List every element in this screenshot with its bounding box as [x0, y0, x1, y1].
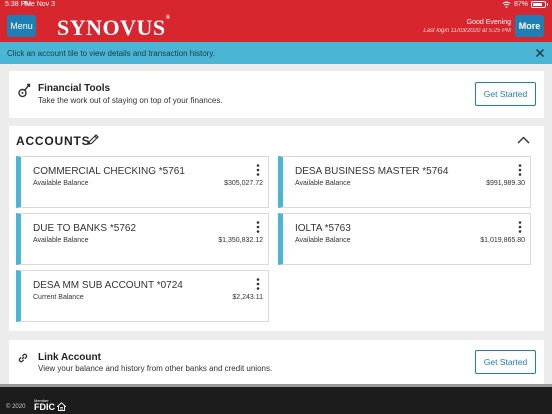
account-balance: $1,350,832.12 [218, 237, 263, 244]
account-tile[interactable]: DESA MM SUB ACCOUNT *0724 Current Balanc… [16, 270, 269, 322]
kebab-icon[interactable] [518, 221, 522, 233]
menu-button[interactable]: Menu [7, 15, 36, 37]
account-balance-label: Current Balance [33, 294, 84, 301]
financial-tools-subtitle: Take the work out of staying on top of y… [38, 96, 223, 105]
account-name: DESA MM SUB ACCOUNT *0724 [33, 280, 183, 291]
kebab-icon[interactable] [256, 278, 260, 290]
link-account-card: Link Account View your balance and histo… [9, 340, 544, 386]
account-balance: $1,019,865.80 [480, 237, 525, 244]
account-tile[interactable]: DESA BUSINESS MASTER *5764 Available Bal… [278, 156, 531, 208]
chevron-up-icon[interactable] [517, 136, 530, 144]
banner-text: Click an account tile to view details an… [7, 48, 215, 58]
pencil-icon[interactable] [87, 133, 100, 146]
logo-registered-mark: ® [165, 15, 171, 21]
last-login-text: Last login 11/03/2020 at 5:25 PM [423, 28, 511, 34]
account-tile[interactable]: COMMERCIAL CHECKING *5761 Available Bala… [16, 156, 269, 208]
more-button[interactable]: More [515, 15, 544, 37]
financial-tools-get-started-button[interactable]: Get Started [475, 82, 536, 106]
kebab-icon[interactable] [256, 221, 260, 233]
link-account-title: Link Account [38, 352, 101, 363]
account-name: IOLTA *5763 [295, 223, 351, 234]
close-icon[interactable] [535, 48, 545, 58]
account-balance-label: Available Balance [295, 237, 351, 244]
account-balance-label: Available Balance [295, 180, 351, 187]
account-tile[interactable]: DUE TO BANKS *5762 Available Balance $1,… [16, 213, 269, 265]
accounts-card: ACCOUNTS COMMERCIAL CHECKING *5761 Avail… [9, 126, 544, 331]
account-balance: $2,243.11 [232, 294, 263, 301]
equal-housing-icon [57, 402, 66, 411]
footer: © 2020 Member FDIC [0, 387, 552, 414]
status-right: 87% [502, 1, 548, 8]
accounts-title: ACCOUNTS [16, 134, 91, 148]
wifi-icon [502, 1, 511, 8]
header-bar: 5:38 PM Tue Nov 3 87% Menu SYNOVUS® Good… [0, 0, 552, 42]
info-banner: Click an account tile to view details an… [0, 42, 552, 64]
status-bar: 5:38 PM Tue Nov 3 87% [0, 0, 552, 10]
account-name: DUE TO BANKS *5762 [33, 223, 137, 234]
kebab-icon[interactable] [256, 164, 260, 176]
account-balance-label: Available Balance [33, 237, 89, 244]
battery-percent: 87% [513, 1, 528, 8]
account-balance: $991,989.30 [486, 180, 525, 187]
link-account-subtitle: View your balance and history from other… [38, 364, 273, 373]
financial-tools-title: Financial Tools [38, 83, 111, 94]
synovus-logo: SYNOVUS® [57, 15, 171, 41]
account-name: COMMERCIAL CHECKING *5761 [33, 166, 185, 177]
tools-icon [18, 83, 31, 98]
copyright-text: © 2020 [6, 404, 26, 410]
fdic-text: FDIC [34, 402, 55, 412]
account-balance-label: Available Balance [33, 180, 89, 187]
greeting-text: Good Evening [466, 19, 511, 26]
kebab-icon[interactable] [518, 164, 522, 176]
fdic-logo: Member FDIC [34, 398, 55, 412]
account-name: DESA BUSINESS MASTER *5764 [295, 166, 449, 177]
logo-text: SYNOVUS [57, 15, 166, 40]
link-account-get-started-button[interactable]: Get Started [475, 350, 536, 374]
account-tile[interactable]: IOLTA *5763 Available Balance $1,019,865… [278, 213, 531, 265]
battery-icon [531, 1, 548, 8]
link-icon [18, 353, 28, 363]
financial-tools-card: Financial Tools Take the work out of sta… [9, 71, 544, 118]
status-date: Tue Nov 3 [23, 1, 56, 8]
account-balance: $305,027.72 [224, 180, 263, 187]
greeting-block: Good Evening Last login 11/03/2020 at 5:… [423, 18, 511, 36]
